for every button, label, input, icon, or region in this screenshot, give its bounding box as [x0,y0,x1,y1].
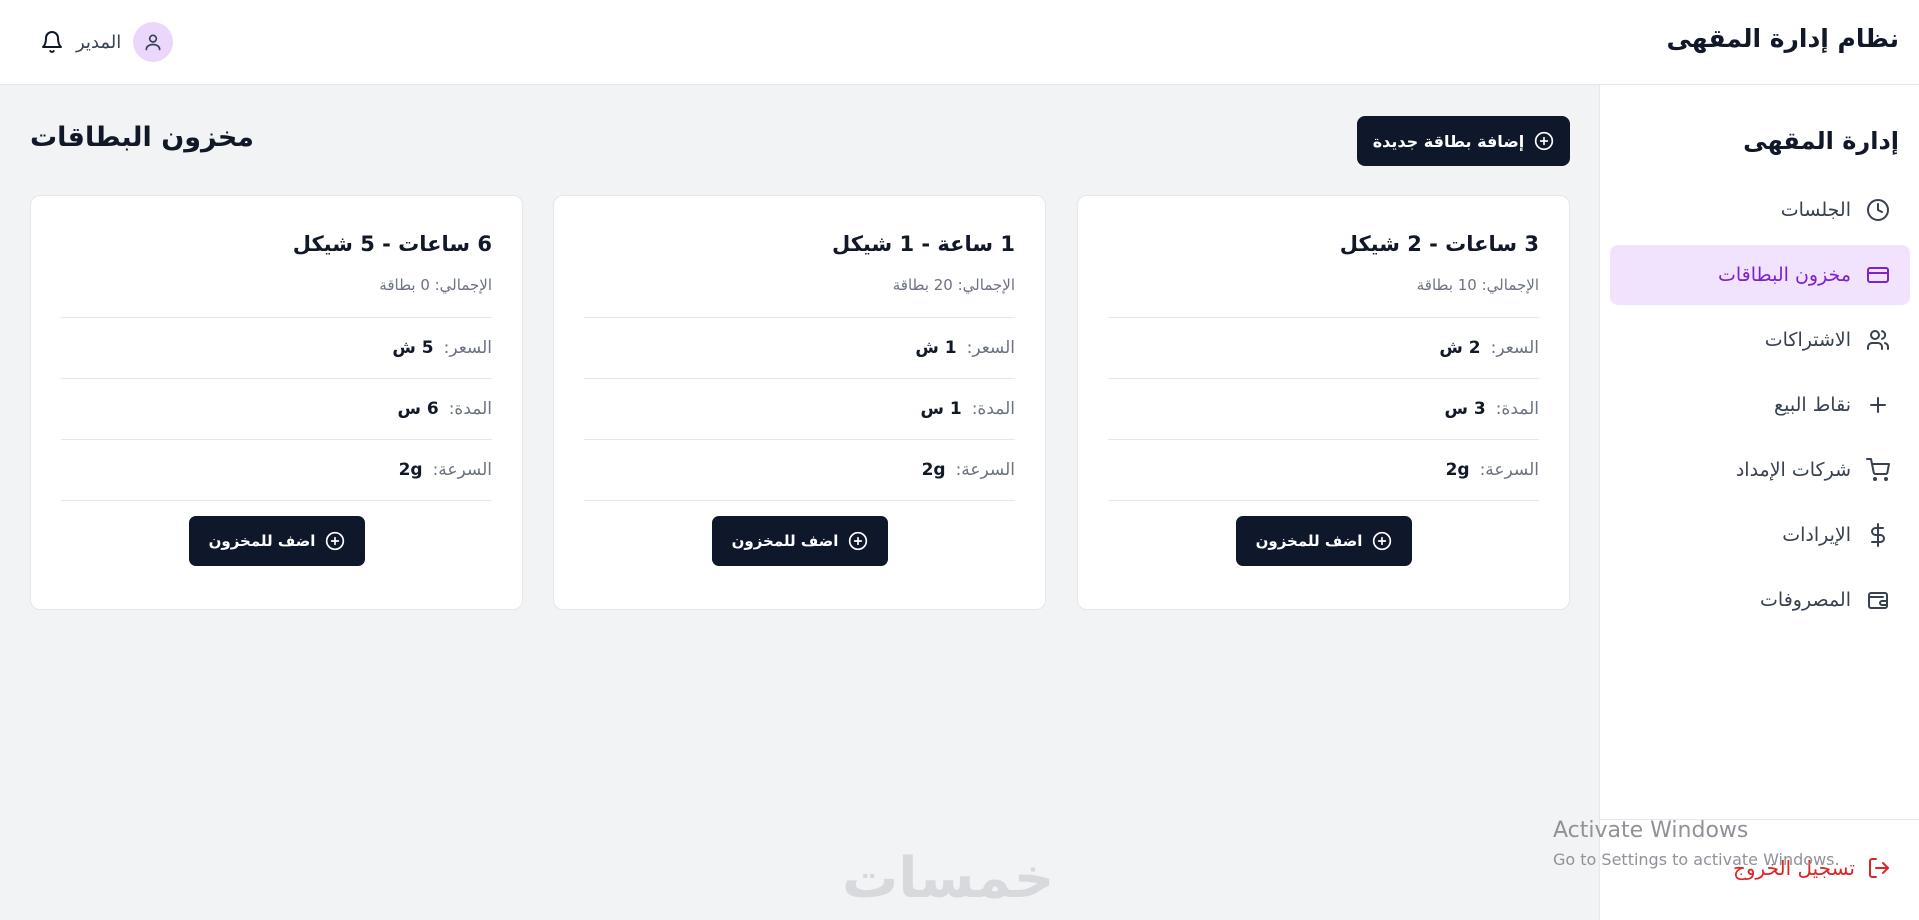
price-label: السعر: [443,338,492,358]
price-label: السعر: [1490,338,1539,358]
sidebar-item-points-of-sale[interactable]: نقاط البيع [1610,375,1910,435]
price-value: 1 ش [915,338,957,358]
card-speed-row: السرعة: 2g [1108,439,1539,500]
speed-label: السرعة: [432,460,492,480]
duration-value: 6 س [397,399,439,419]
users-icon [1865,327,1891,353]
wallet-icon [1865,587,1891,613]
sidebar-item-label: نقاط البيع [1774,394,1851,416]
plus-circle-icon [1373,531,1392,551]
plus-icon [1865,392,1891,418]
header-user-area: المدير [20,21,174,63]
speed-value: 2g [398,460,423,480]
card-duration-row: المدة: 1 س [584,378,1015,439]
user-name: المدير [76,31,122,53]
sidebar-title: إدارة المقهى [1743,127,1899,155]
card-speed-row: السرعة: 2g [61,439,492,500]
sidebar-item-label: المصروفات [1760,589,1851,611]
card-divider [61,500,492,501]
add-to-stock-button[interactable]: اضف للمخزون [1236,516,1412,566]
card-item: 1 ساعة - 1 شيكل الإجمالي: 20 بطاقة السعر… [553,195,1046,610]
add-to-stock-label: اضف للمخزون [208,532,316,550]
sidebar-item-label: شركات الإمداد [1735,459,1851,481]
site-watermark: خمسات [842,846,1055,911]
sidebar-item-sessions[interactable]: الجلسات [1610,180,1910,240]
duration-label: المدة: [1495,399,1539,419]
speed-label: السرعة: [955,460,1015,480]
card-title: 1 ساعة - 1 شيكل [831,232,1015,256]
bell-icon [42,31,62,53]
dollar-icon [1865,522,1891,548]
card-duration-row: المدة: 6 س [61,378,492,439]
sidebar-item-label: الجلسات [1780,199,1851,221]
sidebar-item-expenses[interactable]: المصروفات [1610,570,1910,630]
sidebar-nav: الجلسات مخزون البطاقات الاشتراكات نقاط ا… [1610,180,1910,635]
top-header: نظام إدارة المقهى المدير [0,0,1919,85]
sidebar-item-label: الإيرادات [1782,524,1851,546]
add-to-stock-label: اضف للمخزون [731,532,839,550]
card-title: 6 ساعات - 5 شيكل [292,232,492,256]
sidebar-item-label: الاشتراكات [1764,329,1851,351]
activate-windows-title: Activate Windows [1553,818,1749,843]
card-speed-row: السرعة: 2g [584,439,1015,500]
user-icon [145,34,161,51]
clock-icon [1865,197,1891,223]
card-divider [1108,500,1539,501]
sidebar: إدارة المقهى الجلسات مخزون البطاقات الاش… [1599,85,1919,920]
speed-value: 2g [1445,460,1470,480]
activate-windows-subtitle: Go to Settings to activate Windows. [1553,850,1840,869]
duration-value: 1 س [920,399,962,419]
price-label: السعر: [966,338,1015,358]
credit-card-icon [1865,262,1891,288]
logout-icon [1869,858,1889,878]
add-to-stock-button[interactable]: اضف للمخزون [712,516,888,566]
card-price-row: السعر: 5 ش [61,317,492,378]
price-value: 5 ش [392,338,434,358]
duration-label: المدة: [971,399,1015,419]
card-item: 3 ساعات - 2 شيكل الإجمالي: 10 بطاقة السع… [1077,195,1570,610]
price-value: 2 ش [1439,338,1481,358]
card-divider [584,500,1015,501]
duration-label: المدة: [448,399,492,419]
sidebar-item-label: مخزون البطاقات [1717,264,1851,286]
speed-value: 2g [921,460,946,480]
card-total: الإجمالي: 0 بطاقة [379,276,492,294]
plus-circle-icon [326,531,345,551]
sidebar-item-revenues[interactable]: الإيرادات [1610,505,1910,565]
add-new-card-button[interactable]: إضافة بطاقة جديدة [1357,116,1570,166]
card-price-row: السعر: 1 ش [584,317,1015,378]
plus-circle-icon [849,531,868,551]
sidebar-item-suppliers[interactable]: شركات الإمداد [1610,440,1910,500]
notifications-button[interactable] [40,30,64,54]
duration-value: 3 س [1444,399,1486,419]
card-total: الإجمالي: 20 بطاقة [892,276,1015,294]
speed-label: السرعة: [1479,460,1539,480]
user-avatar[interactable] [133,22,174,62]
add-to-stock-button[interactable]: اضف للمخزون [189,516,365,566]
card-title: 3 ساعات - 2 شيكل [1339,232,1539,256]
card-item: 6 ساعات - 5 شيكل الإجمالي: 0 بطاقة السعر… [30,195,523,610]
sidebar-item-card-inventory[interactable]: مخزون البطاقات [1610,245,1910,305]
plus-circle-icon [1535,131,1554,151]
add-new-card-label: إضافة بطاقة جديدة [1372,131,1525,151]
cart-icon [1865,457,1891,483]
card-price-row: السعر: 2 ش [1108,317,1539,378]
sidebar-item-subscriptions[interactable]: الاشتراكات [1610,310,1910,370]
app-title: نظام إدارة المقهى [1666,24,1899,53]
card-duration-row: المدة: 3 س [1108,378,1539,439]
card-total: الإجمالي: 10 بطاقة [1416,276,1539,294]
page-title: مخزون البطاقات [30,122,255,153]
add-to-stock-label: اضف للمخزون [1255,532,1363,550]
